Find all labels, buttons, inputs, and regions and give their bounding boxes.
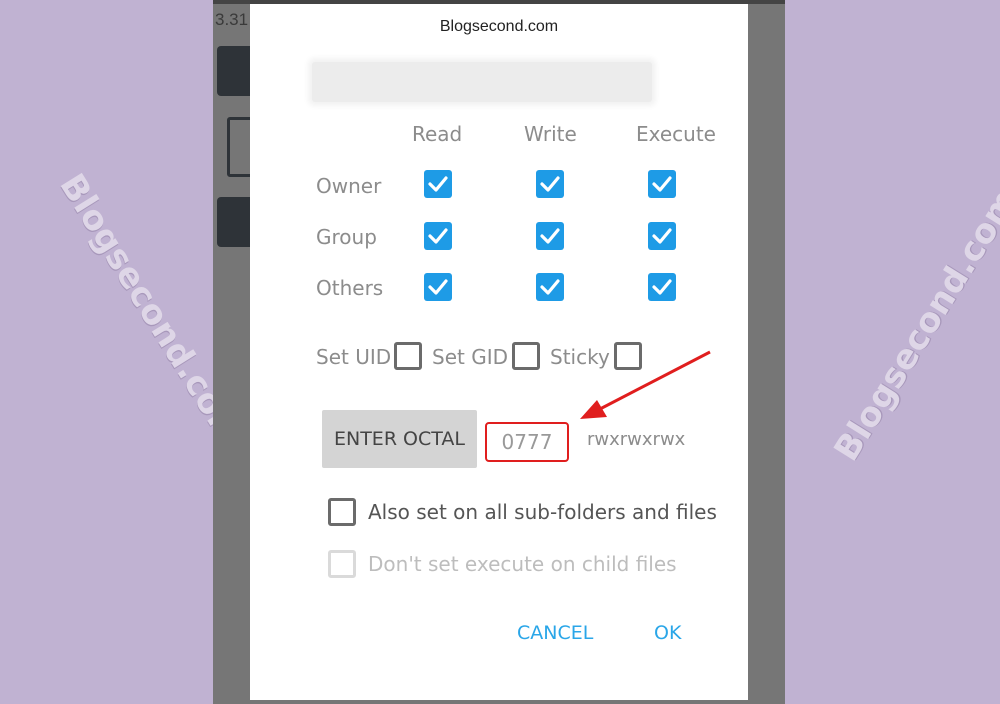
annotation-arrow bbox=[580, 350, 711, 419]
